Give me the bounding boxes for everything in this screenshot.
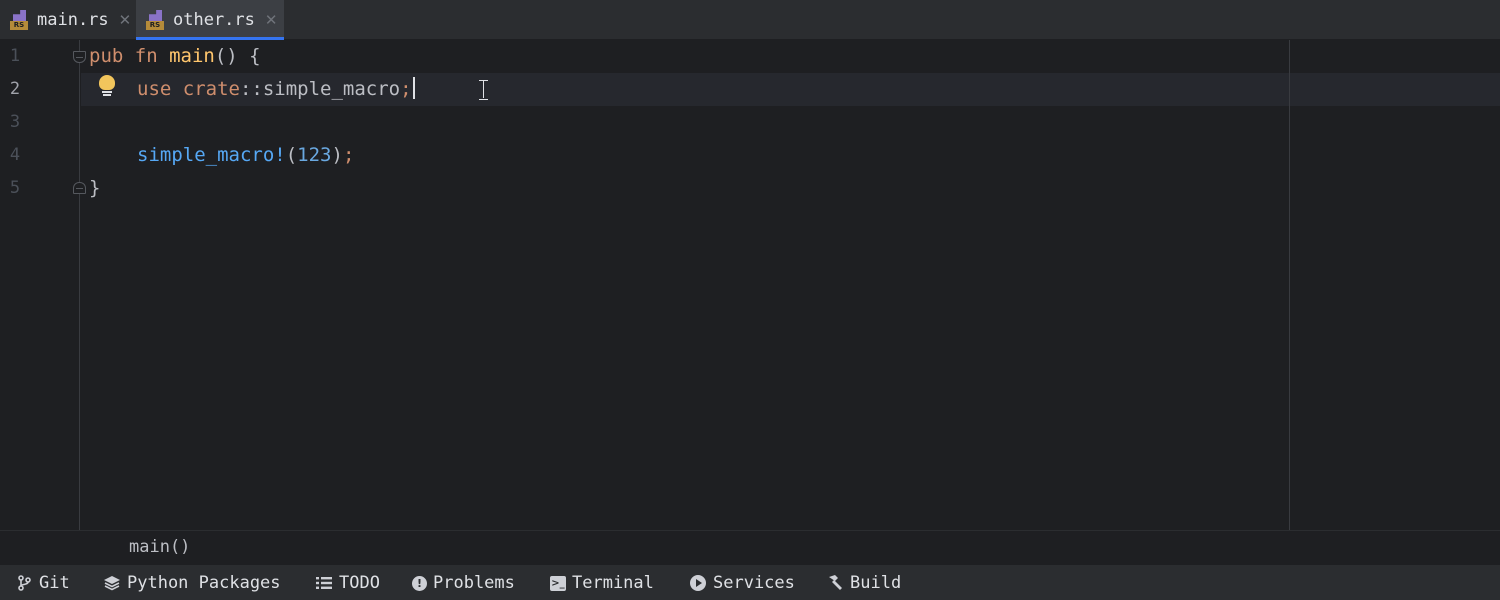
tool-services[interactable]: Services xyxy=(689,565,795,600)
tool-window-bar: Git Python Packages TODO ! Problems >_ T… xyxy=(0,564,1500,600)
tool-terminal[interactable]: >_ Terminal xyxy=(550,565,654,600)
lightbulb-icon[interactable] xyxy=(97,75,117,97)
tab-label: other.rs xyxy=(173,10,255,30)
rust-file-icon: RS xyxy=(10,10,28,30)
code-line-5: } xyxy=(89,177,101,199)
line-number: 2 xyxy=(9,79,21,99)
tool-label: Git xyxy=(39,573,70,593)
alert-circle-icon: ! xyxy=(412,575,427,591)
line-number: 3 xyxy=(9,112,21,132)
tool-label: Terminal xyxy=(572,573,654,593)
code-line-2: use crate::simple_macro; xyxy=(137,73,415,106)
text-caret xyxy=(412,77,415,99)
line-number: 1 xyxy=(9,46,21,66)
rust-file-icon: RS xyxy=(146,10,164,30)
code-line-4: simple_macro!(123); xyxy=(137,144,355,166)
tool-todo[interactable]: TODO xyxy=(315,565,380,600)
tool-label: Services xyxy=(713,573,795,593)
breadcrumb-item-main[interactable]: main() xyxy=(129,537,190,557)
fold-marker-icon[interactable] xyxy=(73,182,86,194)
tool-problems[interactable]: ! Problems xyxy=(412,565,515,600)
git-branch-icon xyxy=(15,574,33,592)
editor-tab-bar: RS main.rs ✕ RS other.rs ✕ xyxy=(0,0,1500,40)
ibeam-cursor-icon xyxy=(479,80,488,100)
tool-python-packages[interactable]: Python Packages xyxy=(103,565,281,600)
code-line-1: pub fn main() { xyxy=(89,45,261,67)
tool-label: Build xyxy=(850,573,902,593)
layers-icon xyxy=(103,574,121,592)
tool-label: TODO xyxy=(339,573,380,593)
hammer-icon xyxy=(826,574,844,592)
tool-git[interactable]: Git xyxy=(15,565,70,600)
line-number: 4 xyxy=(9,145,21,165)
tool-label: Problems xyxy=(433,573,515,593)
breadcrumb: main() xyxy=(0,530,1500,564)
tool-label: Python Packages xyxy=(127,573,281,593)
line-number-gutter[interactable]: 1 2 3 4 5 xyxy=(0,40,86,530)
terminal-icon: >_ xyxy=(550,575,566,591)
tab-label: main.rs xyxy=(37,10,109,30)
line-number: 5 xyxy=(9,178,21,198)
play-circle-icon xyxy=(689,574,707,592)
right-margin-guide xyxy=(1289,40,1290,530)
code-editor[interactable]: 1 2 3 4 5 pub fn main() { use crate::sim… xyxy=(0,40,1500,530)
list-icon xyxy=(315,574,333,592)
close-icon[interactable]: ✕ xyxy=(265,11,278,29)
fold-marker-icon[interactable] xyxy=(73,51,86,63)
tab-main-rs[interactable]: RS main.rs ✕ xyxy=(0,0,136,40)
tab-other-rs[interactable]: RS other.rs ✕ xyxy=(136,0,284,40)
close-icon[interactable]: ✕ xyxy=(119,11,132,29)
tool-build[interactable]: Build xyxy=(826,565,901,600)
